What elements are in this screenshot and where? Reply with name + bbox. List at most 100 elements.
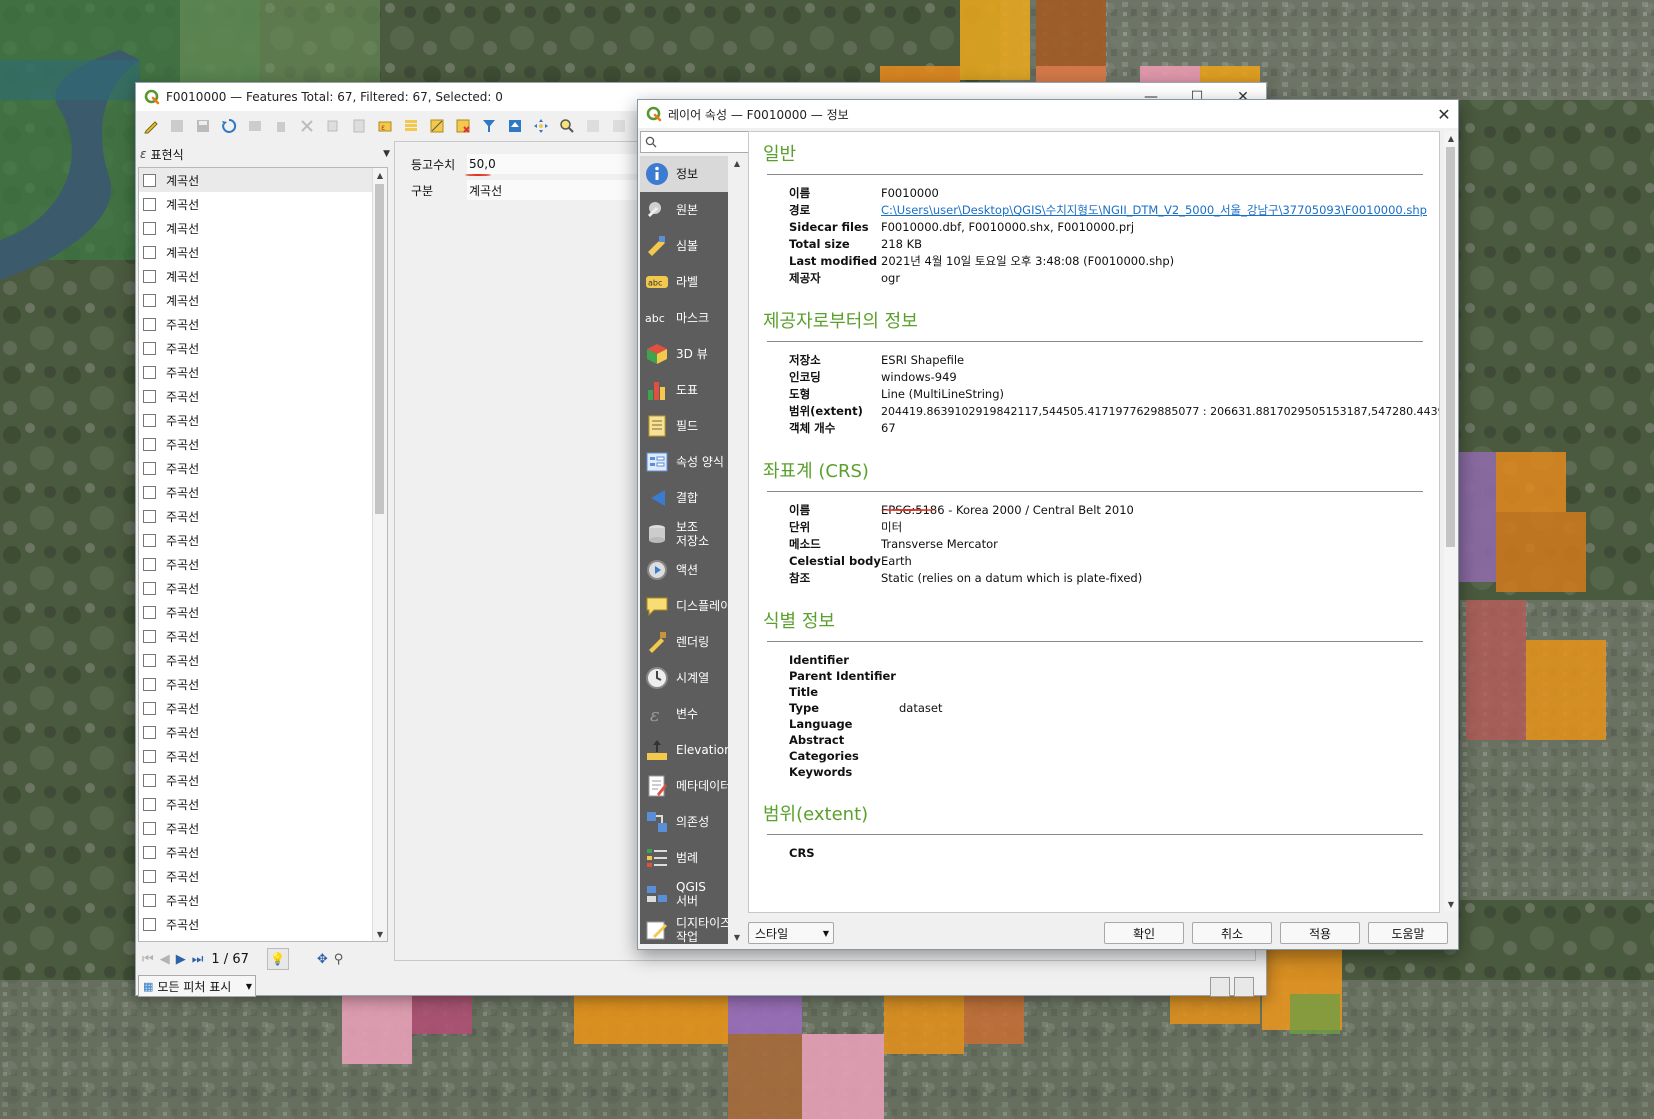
cancel-button[interactable]: 취소: [1192, 922, 1272, 944]
list-item[interactable]: 계곡선: [139, 264, 387, 288]
pan-to-feature-icon[interactable]: ✥: [317, 952, 328, 967]
list-item[interactable]: 주곡선: [139, 624, 387, 648]
list-item[interactable]: 주곡선: [139, 720, 387, 744]
feature-checkbox[interactable]: [143, 821, 156, 835]
nav-item-elevation[interactable]: Elevation: [640, 732, 728, 768]
list-item[interactable]: 주곡선: [139, 336, 387, 360]
nav-item-joins[interactable]: 결합: [640, 480, 728, 516]
scroll-down-icon[interactable]: ▼: [728, 930, 746, 944]
nav-item-source[interactable]: 원본: [640, 192, 728, 228]
list-item[interactable]: 주곡선: [139, 816, 387, 840]
list-item[interactable]: 주곡선: [139, 360, 387, 384]
list-item[interactable]: 주곡선: [139, 576, 387, 600]
nav-item-3d-view[interactable]: 3D 뷰: [640, 336, 728, 372]
scrollbar-thumb[interactable]: [1446, 147, 1455, 547]
list-item[interactable]: 주곡선: [139, 480, 387, 504]
list-item[interactable]: 주곡선: [139, 864, 387, 888]
feature-checkbox[interactable]: [143, 485, 156, 499]
feature-checkbox[interactable]: [143, 221, 156, 235]
feature-checkbox[interactable]: [143, 437, 156, 451]
feature-checkbox[interactable]: [143, 365, 156, 379]
list-item[interactable]: 주곡선: [139, 648, 387, 672]
select-by-expression-icon[interactable]: ε: [374, 115, 396, 137]
feature-checkbox[interactable]: [143, 845, 156, 859]
cut-icon[interactable]: [296, 115, 318, 137]
move-selection-to-top-icon[interactable]: [504, 115, 526, 137]
navigation-scrollbar[interactable]: ▲ ▼: [728, 156, 746, 944]
delete-field-icon[interactable]: [608, 115, 630, 137]
add-feature-icon[interactable]: [244, 115, 266, 137]
feature-checkbox[interactable]: [143, 509, 156, 523]
close-button[interactable]: ✕: [1430, 105, 1458, 124]
list-item[interactable]: 계곡선: [139, 240, 387, 264]
nav-item-attributes-form[interactable]: 속성 양식: [640, 444, 728, 480]
feature-checkbox[interactable]: [143, 942, 156, 943]
feature-checkbox[interactable]: [143, 269, 156, 283]
first-feature-icon[interactable]: ⏮: [142, 952, 154, 967]
list-item[interactable]: 주곡선: [139, 888, 387, 912]
scrollbar-thumb[interactable]: [375, 184, 384, 514]
feature-checkbox[interactable]: [143, 317, 156, 331]
paste-icon[interactable]: [348, 115, 370, 137]
feature-checkbox[interactable]: [143, 893, 156, 907]
list-item[interactable]: 계곡선: [139, 216, 387, 240]
reload-icon[interactable]: [218, 115, 240, 137]
feature-checkbox[interactable]: [143, 245, 156, 259]
copy-icon[interactable]: [322, 115, 344, 137]
list-item[interactable]: 주곡선: [139, 912, 387, 936]
nav-item-rendering[interactable]: 렌더링: [640, 624, 728, 660]
deselect-all-icon[interactable]: [452, 115, 474, 137]
multi-edit-icon[interactable]: [166, 115, 188, 137]
zoom-to-feature-icon[interactable]: ⚲: [334, 952, 344, 967]
toggle-editing-icon[interactable]: [140, 115, 162, 137]
feature-checkbox[interactable]: [143, 749, 156, 763]
invert-selection-icon[interactable]: [426, 115, 448, 137]
scroll-down-icon[interactable]: ▼: [373, 927, 387, 941]
feature-checkbox[interactable]: [143, 461, 156, 475]
search-input[interactable]: [640, 131, 753, 153]
ok-button[interactable]: 확인: [1104, 922, 1184, 944]
feature-checkbox[interactable]: [143, 725, 156, 739]
table-view-icon[interactable]: [1234, 977, 1254, 997]
pan-to-selected-icon[interactable]: [530, 115, 552, 137]
feature-checkbox[interactable]: [143, 557, 156, 571]
next-feature-icon[interactable]: ▶: [176, 952, 186, 967]
nav-item-metadata[interactable]: 메타데이터: [640, 768, 728, 804]
nav-item-mask[interactable]: abc 마스크: [640, 300, 728, 336]
list-item[interactable]: 주곡선: [139, 408, 387, 432]
feature-checkbox[interactable]: [143, 533, 156, 547]
feature-checkbox[interactable]: [143, 197, 156, 211]
last-feature-icon[interactable]: ⏭: [192, 952, 204, 967]
feature-checkbox[interactable]: [143, 677, 156, 691]
feature-checkbox[interactable]: [143, 701, 156, 715]
nav-item-digitizing[interactable]: 디지타이즈 작업: [640, 912, 728, 944]
save-edits-icon[interactable]: [192, 115, 214, 137]
list-item[interactable]: 계곡선: [139, 168, 387, 192]
feature-checkbox[interactable]: [143, 773, 156, 787]
list-item[interactable]: 주곡선: [139, 384, 387, 408]
list-item[interactable]: 주곡선: [139, 744, 387, 768]
nav-item-symbology[interactable]: 심볼: [640, 228, 728, 264]
list-item[interactable]: 주곡선: [139, 696, 387, 720]
show-features-dropdown[interactable]: ▦ 모든 피처 표시 ▼: [138, 975, 256, 997]
scroll-down-icon[interactable]: ▼: [1444, 897, 1458, 911]
nav-item-variables[interactable]: ε 변수: [640, 696, 728, 732]
feature-checkbox[interactable]: [143, 173, 156, 187]
scroll-up-icon[interactable]: ▲: [1444, 131, 1458, 145]
list-item[interactable]: 주곡선: [139, 552, 387, 576]
nav-item-labels[interactable]: abc 라벨: [640, 264, 728, 300]
delete-feature-icon[interactable]: [270, 115, 292, 137]
feature-checkbox[interactable]: [143, 869, 156, 883]
list-item[interactable]: 주곡선: [139, 504, 387, 528]
list-item[interactable]: 주곡선: [139, 432, 387, 456]
select-all-icon[interactable]: [400, 115, 422, 137]
nav-item-diagram[interactable]: 도표: [640, 372, 728, 408]
feature-checkbox[interactable]: [143, 581, 156, 595]
nav-item-info[interactable]: 정보: [640, 156, 728, 192]
list-item[interactable]: 주곡선: [139, 312, 387, 336]
nav-item-temporal[interactable]: 시계열: [640, 660, 728, 696]
layer-properties-titlebar[interactable]: 레이어 속성 — F0010000 — 정보 ✕: [638, 100, 1458, 128]
nav-item-auxiliary-storage[interactable]: 보조 저장소: [640, 516, 728, 552]
feature-checkbox[interactable]: [143, 389, 156, 403]
feature-checkbox[interactable]: [143, 293, 156, 307]
